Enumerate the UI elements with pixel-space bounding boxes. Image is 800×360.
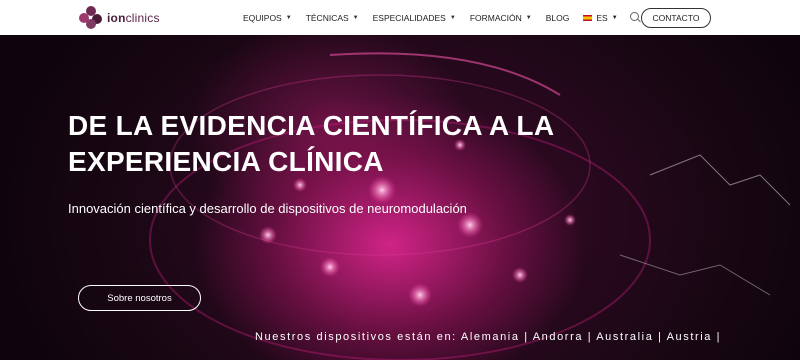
caret-down-icon: ▼ <box>285 14 292 21</box>
caret-down-icon: ▼ <box>449 14 456 21</box>
nav-item-equipos[interactable]: EQUIPOS ▼ <box>243 13 292 23</box>
hero-title: DE LA EVIDENCIA CIENTÍFICA A LA EXPERIEN… <box>68 108 628 180</box>
hero-title-line-1: DE LA EVIDENCIA CIENTÍFICA A LA <box>68 110 555 141</box>
nav-item-especialidades[interactable]: ESPECIALIDADES ▼ <box>373 13 456 23</box>
nav-item-label: ESPECIALIDADES <box>372 12 446 23</box>
logo[interactable]: ionclinics <box>79 6 160 29</box>
countries-ticker: Nuestros dispositivos están en: Alemania… <box>255 331 722 343</box>
nav-item-blog[interactable]: BLOG <box>546 13 570 23</box>
main-nav: EQUIPOS ▼ TÉCNICAS ▼ ESPECIALIDADES ▼ FO… <box>243 0 641 35</box>
nav-item-formacion[interactable]: FORMACIÓN ▼ <box>470 13 532 23</box>
logo-icon <box>79 6 103 29</box>
hero-title-line-2: EXPERIENCIA CLÍNICA <box>68 146 384 177</box>
nav-item-label: BLOG <box>545 12 570 23</box>
nav-item-label: FORMACIÓN <box>469 12 522 23</box>
caret-down-icon: ▼ <box>352 14 359 21</box>
hero-banner: DE LA EVIDENCIA CIENTÍFICA A LA EXPERIEN… <box>0 35 800 360</box>
nav-item-tecnicas[interactable]: TÉCNICAS ▼ <box>306 13 359 23</box>
caret-down-icon: ▼ <box>525 14 532 21</box>
contact-button[interactable]: CONTACTO <box>641 8 711 28</box>
search-icon[interactable] <box>629 12 641 23</box>
about-us-button[interactable]: Sobre nosotros <box>78 285 201 311</box>
spain-flag-icon <box>583 14 593 21</box>
logo-text-bold: ion <box>107 10 126 25</box>
globe-graphic <box>149 52 791 360</box>
logo-text-rest: clinics <box>125 10 160 25</box>
language-selector[interactable]: ES ▼ <box>583 12 618 23</box>
nav-item-label: EQUIPOS <box>243 12 282 23</box>
logo-text: ionclinics <box>107 11 160 25</box>
hero-subtitle: Innovación científica y desarrollo de di… <box>68 201 467 216</box>
site-header: ionclinics EQUIPOS ▼ TÉCNICAS ▼ ESPECIAL… <box>0 0 800 35</box>
language-label: ES <box>596 12 608 23</box>
caret-down-icon: ▼ <box>611 14 618 21</box>
nav-item-label: TÉCNICAS <box>305 12 349 23</box>
